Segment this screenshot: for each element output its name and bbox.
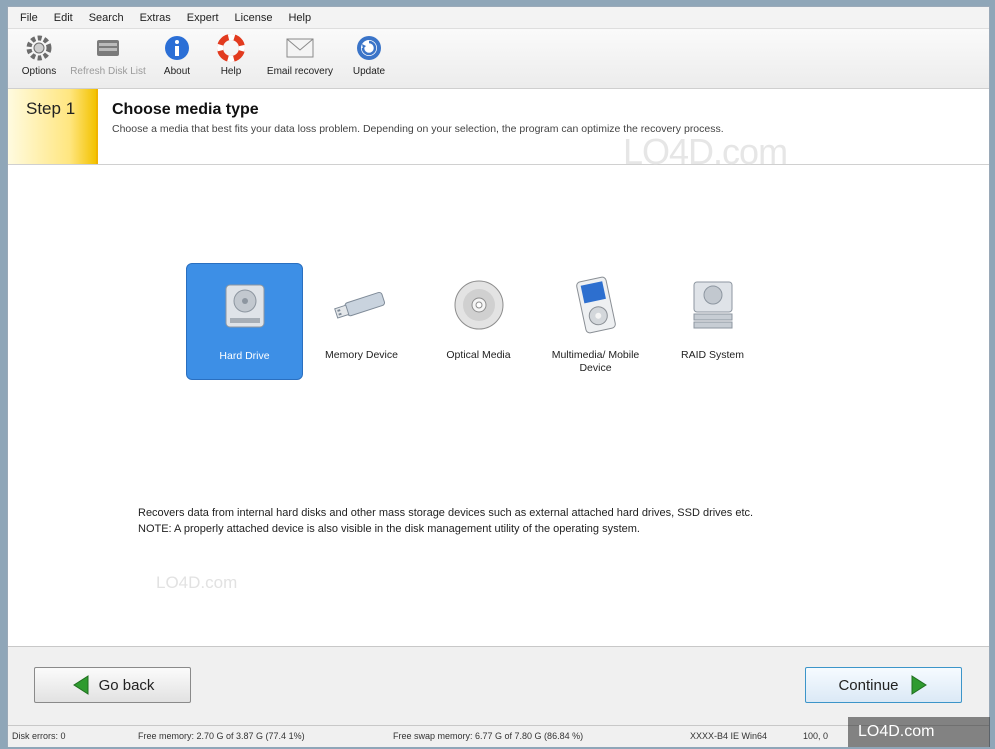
info-icon [162,33,192,63]
media-description-line1: Recovers data from internal hard disks a… [138,507,754,519]
app-window: File Edit Search Extras Expert License H… [7,6,990,747]
help-button[interactable]: Help [204,29,258,77]
media-label-optical-media: Optical Media [446,349,511,361]
back-arrow-icon [71,674,99,696]
go-back-label: Go back [98,676,155,694]
watermark-small: LO4D.com [156,573,238,592]
media-player-icon [566,275,626,335]
step-header: Step 1 Choose media type Choose a media … [8,89,989,165]
media-label-memory-device: Memory Device [325,349,398,361]
envelope-icon [285,33,315,63]
refresh-disk-list-label: Refresh Disk List [70,66,146,77]
options-button[interactable]: Options [12,29,66,77]
help-label: Help [220,66,242,77]
media-description-note: NOTE: A properly attached device is also… [138,523,640,535]
hard-drive-icon [215,276,275,336]
step-badge-label: Step 1 [26,99,76,118]
menu-expert[interactable]: Expert [179,12,227,24]
refresh-disk-list-button[interactable]: Refresh Disk List [66,29,150,77]
media-type-list: Hard Drive Memory Device Optical Media M… [186,263,771,380]
usb-stick-icon [332,275,392,335]
navigation-bar: Go back Continue [8,647,989,725]
page-title: Choose media type [112,101,259,118]
media-option-optical-media[interactable]: Optical Media [420,263,537,380]
gear-icon [24,33,54,63]
status-disk-errors: Disk errors: 0 [12,731,66,741]
menu-edit[interactable]: Edit [46,12,81,24]
continue-button[interactable]: Continue [805,667,962,703]
menu-help[interactable]: Help [280,12,319,24]
go-back-button[interactable]: Go back [34,667,191,703]
menu-extras[interactable]: Extras [132,12,179,24]
update-label: Update [352,66,386,77]
menu-search[interactable]: Search [81,12,132,24]
status-free-swap: Free swap memory: 6.77 G of 7.80 G (86.8… [393,731,584,741]
options-label: Options [21,66,57,77]
step-badge: Step 1 [8,89,98,164]
media-label-multimedia-device: Multimedia/ Mobile Device [551,349,640,374]
email-recovery-button[interactable]: Email recovery [258,29,342,77]
about-button[interactable]: About [150,29,204,77]
watermark-corner-logo: LO4D.com [848,717,990,747]
raid-icon [683,275,743,335]
status-free-memory: Free memory: 2.70 G of 3.87 G (77.4 1%) [138,731,305,741]
continue-arrow-icon [899,674,929,696]
media-option-memory-device[interactable]: Memory Device [303,263,420,380]
media-selection-panel: Hard Drive Memory Device Optical Media M… [8,165,989,647]
menu-bar: File Edit Search Extras Expert License H… [8,7,989,29]
media-option-raid-system[interactable]: RAID System [654,263,771,380]
update-button[interactable]: Update [342,29,396,77]
toolbar: Options Refresh Disk List About Help Ema… [8,29,989,89]
media-option-hard-drive[interactable]: Hard Drive [186,263,303,380]
menu-license[interactable]: License [227,12,281,24]
lifebuoy-icon [216,33,246,63]
disk-list-icon [93,33,123,63]
email-recovery-label: Email recovery [266,66,334,77]
continue-label: Continue [838,676,899,694]
media-label-raid-system: RAID System [680,349,744,361]
media-description: Recovers data from internal hard disks a… [138,505,753,537]
status-bar: Disk errors: 0 Free memory: 2.70 G of 3.… [8,725,989,747]
about-label: About [163,66,191,77]
optical-disc-icon [449,275,509,335]
media-option-multimedia-device[interactable]: Multimedia/ Mobile Device [537,263,654,380]
menu-file[interactable]: File [12,12,46,24]
status-build: XXXX-B4 IE Win64 [690,731,768,741]
status-position: 100, 0 [803,731,829,741]
media-label-hard-drive: Hard Drive [219,350,270,362]
update-icon [354,33,384,63]
